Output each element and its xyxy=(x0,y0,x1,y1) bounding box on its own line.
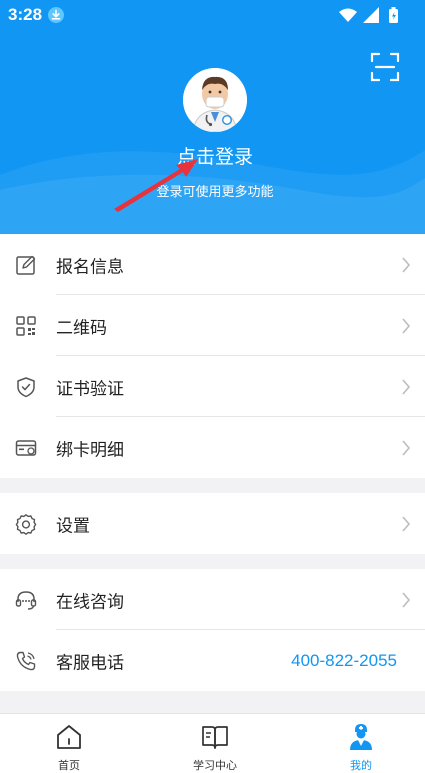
chevron-right-icon xyxy=(402,591,411,608)
edit-icon xyxy=(16,255,36,275)
headset-icon xyxy=(15,590,37,610)
chevron-right-icon xyxy=(402,515,411,532)
wifi-icon xyxy=(339,8,357,22)
menu-item-card-binding-details[interactable]: 绑卡明细 xyxy=(0,417,425,478)
scan-button[interactable] xyxy=(370,52,400,82)
signal-icon xyxy=(363,7,379,23)
tab-home[interactable]: 首页 xyxy=(24,714,114,773)
menu-item-label: 报名信息 xyxy=(56,257,124,277)
tab-label: 学习中心 xyxy=(193,759,237,772)
qr-code-icon xyxy=(16,315,36,336)
doctor-profile-icon xyxy=(350,724,372,750)
chevron-right-icon xyxy=(402,256,411,273)
menu-item-label: 证书验证 xyxy=(56,379,124,399)
menu-item-qr-code[interactable]: 二维码 xyxy=(0,295,425,356)
status-bar: 3:28 xyxy=(0,0,425,30)
menu-item-label: 绑卡明细 xyxy=(56,440,124,460)
menu-item-settings[interactable]: 设置 xyxy=(0,493,425,554)
profile-header: 3:28 点击登录 登录可使用更多功能 xyxy=(0,0,425,234)
login-prompt[interactable]: 点击登录 xyxy=(0,142,425,169)
menu-item-label: 二维码 xyxy=(56,318,107,338)
system-status-icons xyxy=(339,7,398,23)
login-subtitle: 登录可使用更多功能 xyxy=(156,185,274,200)
tab-label: 我的 xyxy=(350,759,372,772)
chevron-right-icon xyxy=(402,439,411,456)
tab-label: 首页 xyxy=(58,759,80,772)
service-phone-number[interactable]: 400-822-2055 xyxy=(291,651,397,671)
gear-icon xyxy=(15,513,37,535)
tab-learning-center[interactable]: 学习中心 xyxy=(170,714,260,773)
menu-item-label: 设置 xyxy=(56,516,90,536)
home-icon xyxy=(57,725,81,749)
menu-item-label: 在线咨询 xyxy=(56,592,124,612)
menu-item-certificate-verification[interactable]: 证书验证 xyxy=(0,356,425,417)
menu-item-customer-service-phone[interactable]: 客服电话 400-822-2055 xyxy=(0,630,425,691)
menu-group-support: 在线咨询 客服电话 400-822-2055 xyxy=(0,569,425,691)
book-icon xyxy=(202,726,228,749)
menu-group-account: 报名信息 二维码 证书验证 绑卡明细 xyxy=(0,234,425,478)
chevron-right-icon xyxy=(402,378,411,395)
bottom-tab-bar: 首页 学习中心 我的 xyxy=(0,713,425,773)
status-time: 3:28 xyxy=(8,5,43,24)
shield-check-icon xyxy=(17,376,35,397)
avatar[interactable] xyxy=(183,68,247,132)
tab-mine[interactable]: 我的 xyxy=(316,714,406,773)
phone-icon xyxy=(16,651,36,670)
menu-group-settings: 设置 xyxy=(0,493,425,554)
menu-item-online-consultation[interactable]: 在线咨询 xyxy=(0,569,425,630)
annotation-arrow-icon xyxy=(114,159,198,212)
download-icon xyxy=(48,7,64,23)
doctor-avatar-icon xyxy=(183,68,247,132)
menu-item-registration-info[interactable]: 报名信息 xyxy=(0,234,425,295)
card-icon xyxy=(15,439,37,456)
chevron-right-icon xyxy=(402,317,411,334)
menu-item-label: 客服电话 xyxy=(56,653,124,673)
